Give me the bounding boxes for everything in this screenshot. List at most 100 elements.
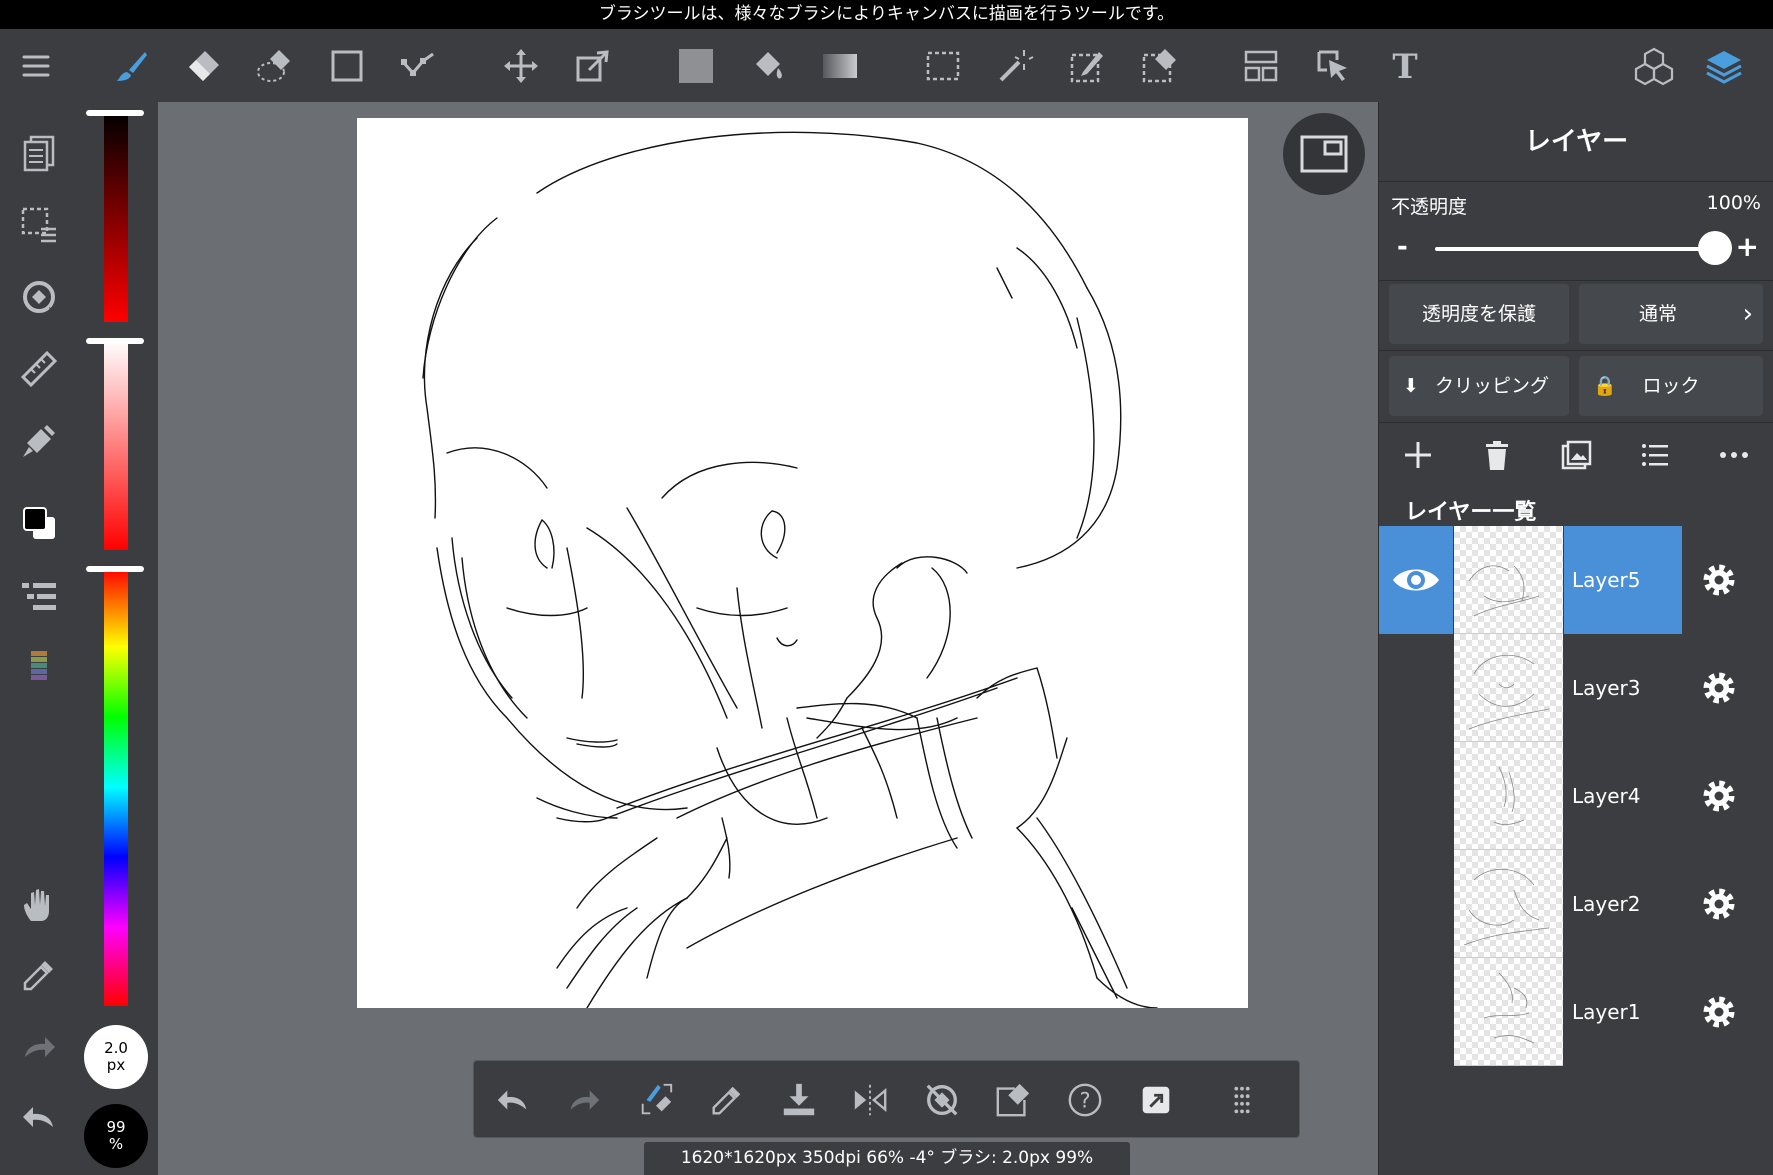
gear-icon[interactable] <box>1694 879 1744 929</box>
snap-icon[interactable] <box>14 416 64 466</box>
visibility-toggle[interactable] <box>1379 634 1453 742</box>
hue-slider-handle[interactable] <box>86 566 144 572</box>
layer-row[interactable]: Layer4 <box>1379 742 1773 850</box>
visibility-toggle[interactable] <box>1379 742 1453 850</box>
blur-icon[interactable] <box>250 41 300 91</box>
brush-size-button[interactable]: 2.0 px <box>84 1025 148 1089</box>
undo-icon[interactable] <box>488 1075 538 1125</box>
eyedropper-icon[interactable] <box>702 1075 752 1125</box>
hand-icon[interactable] <box>14 880 64 930</box>
redo-icon[interactable] <box>14 1022 64 1072</box>
delete-layer-icon[interactable] <box>1472 430 1522 480</box>
hue-slider[interactable] <box>104 568 128 1006</box>
layer-name: Layer1 <box>1572 1000 1641 1024</box>
operation-icon[interactable] <box>1308 41 1358 91</box>
menu-icon[interactable] <box>11 41 61 91</box>
brush-eraser-toggle-icon[interactable] <box>631 1075 681 1125</box>
opacity-decrease-button[interactable]: - <box>1397 232 1408 262</box>
magic-wand-icon[interactable] <box>990 41 1040 91</box>
import-image-icon[interactable] <box>1551 430 1601 480</box>
rotate-reset-icon[interactable] <box>14 272 64 322</box>
layer-list-title: レイヤー一覧 <box>1405 500 1537 525</box>
rectangle-shape-icon[interactable] <box>322 41 372 91</box>
brush-icon[interactable] <box>107 41 157 91</box>
opacity-slider-thumb[interactable] <box>1698 231 1732 265</box>
opacity-slider[interactable] <box>1435 247 1715 251</box>
left-toolbar <box>0 102 78 1175</box>
materials-icon[interactable] <box>1629 41 1679 91</box>
layers-icon[interactable] <box>1699 41 1749 91</box>
color-palette-icon[interactable] <box>14 642 64 692</box>
selection-menu-icon[interactable] <box>14 200 64 250</box>
select-eraser-icon[interactable] <box>1134 41 1184 91</box>
chevron-right-icon: › <box>1742 299 1753 329</box>
ruler-icon[interactable] <box>14 344 64 394</box>
layer-row[interactable]: Layer3 <box>1379 634 1773 742</box>
transform-icon[interactable] <box>568 41 618 91</box>
layer-row[interactable]: Layer1 <box>1379 958 1773 1066</box>
layer-thumbnail <box>1454 958 1563 1066</box>
lock-button[interactable]: 🔒 ロック <box>1579 356 1763 416</box>
undo-icon[interactable] <box>14 1092 64 1142</box>
brush-list-icon[interactable] <box>14 572 64 622</box>
frame-divider-icon[interactable] <box>1236 41 1286 91</box>
layer-thumbnail <box>1454 634 1563 742</box>
visibility-toggle[interactable] <box>1379 850 1453 958</box>
pages-icon[interactable] <box>14 128 64 178</box>
layer-thumbnail <box>1454 850 1563 958</box>
rotate-lock-icon[interactable] <box>917 1075 967 1125</box>
opacity-increase-button[interactable]: + <box>1736 230 1759 263</box>
line-icon[interactable] <box>393 41 443 91</box>
protect-alpha-button[interactable]: 透明度を保護 <box>1389 284 1569 344</box>
blend-mode-label: 通常 <box>1639 303 1678 325</box>
brush-opacity-unit: % <box>108 1135 124 1153</box>
gear-icon[interactable] <box>1694 663 1744 713</box>
brush-opacity-button[interactable]: 99 % <box>84 1104 148 1168</box>
select-pen-icon[interactable] <box>1062 41 1112 91</box>
gear-icon[interactable] <box>1694 987 1744 1037</box>
opacity-label: 不透明度 <box>1391 196 1468 218</box>
canvas-status-bar: 1620*1620px 350dpi 66% -4° ブラシ: 2.0px 99… <box>644 1142 1130 1175</box>
layer-row[interactable]: Layer5 <box>1379 526 1773 634</box>
gradient-icon[interactable] <box>815 41 865 91</box>
eye-icon <box>1393 569 1439 591</box>
visibility-toggle[interactable] <box>1379 958 1453 1066</box>
value-slider-handle[interactable] <box>86 110 144 116</box>
layer-list-icon[interactable] <box>1630 430 1680 480</box>
eyedropper-icon[interactable] <box>14 950 64 1000</box>
add-layer-icon[interactable] <box>1393 430 1443 480</box>
drawing-canvas[interactable] <box>357 118 1248 1008</box>
svg-text:?: ? <box>1079 1089 1090 1113</box>
flip-icon[interactable] <box>845 1075 895 1125</box>
brush-opacity-value: 99 <box>106 1118 126 1136</box>
visibility-toggle[interactable] <box>1379 526 1453 634</box>
eraser-icon[interactable] <box>178 41 228 91</box>
gear-icon[interactable] <box>1694 555 1744 605</box>
tool-hint-bar: ブラシツールは、様々なブラシによりキャンバスに描画を行うツールです。 <box>0 0 1773 29</box>
gear-icon[interactable] <box>1694 771 1744 821</box>
saturation-slider[interactable] <box>104 340 128 550</box>
blend-mode-select[interactable]: 通常 › <box>1579 284 1763 344</box>
help-icon[interactable]: ? <box>1060 1075 1110 1125</box>
navigator-button[interactable] <box>1283 113 1365 195</box>
share-icon[interactable] <box>1131 1075 1181 1125</box>
move-icon[interactable] <box>496 41 546 91</box>
saturation-slider-handle[interactable] <box>86 338 144 344</box>
layer-name: Layer2 <box>1572 892 1641 916</box>
edit-shape-icon[interactable] <box>988 1075 1038 1125</box>
select-rect-icon[interactable] <box>918 41 968 91</box>
more-options-icon[interactable] <box>1709 430 1759 480</box>
layer-name: Layer4 <box>1572 784 1641 808</box>
color-swatch-icon[interactable] <box>14 498 64 548</box>
bucket-icon[interactable] <box>743 41 793 91</box>
save-download-icon[interactable] <box>774 1075 824 1125</box>
more-grid-icon[interactable] <box>1217 1075 1267 1125</box>
layer-row[interactable]: Layer2 <box>1379 850 1773 958</box>
navigator-icon <box>1300 135 1348 173</box>
fill-color-icon[interactable] <box>671 41 721 91</box>
text-icon[interactable]: T <box>1380 41 1430 91</box>
lock-icon: 🔒 <box>1593 375 1617 397</box>
value-slider[interactable] <box>104 112 128 322</box>
clipping-button[interactable]: ⬇ クリッピング <box>1389 356 1569 416</box>
redo-icon[interactable] <box>559 1075 609 1125</box>
